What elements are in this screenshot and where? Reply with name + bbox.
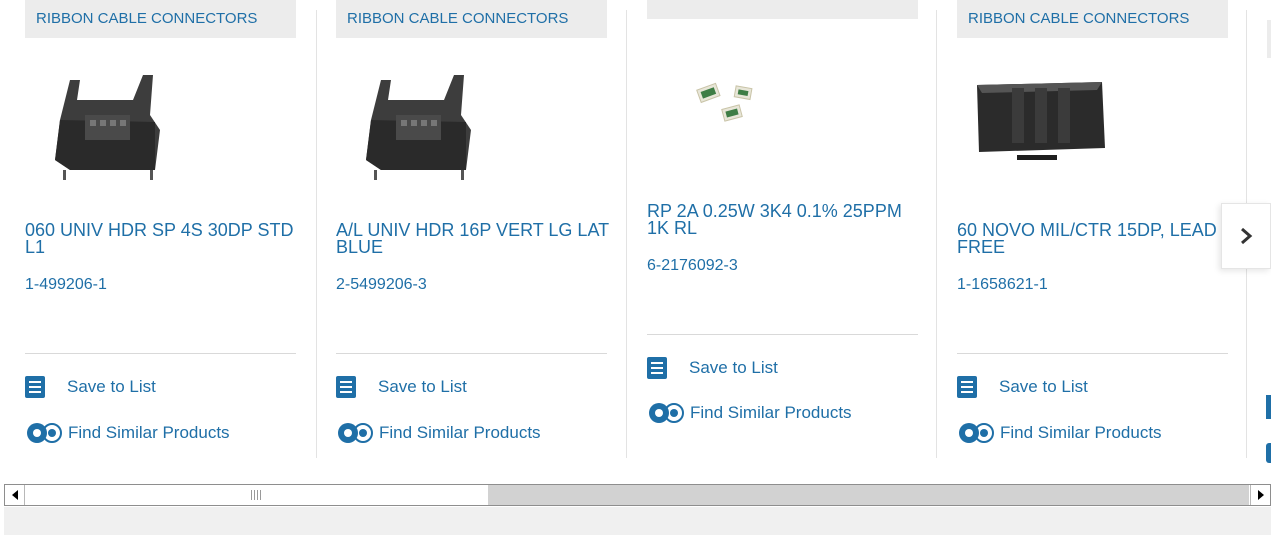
save-to-list-label: Save to List (689, 358, 778, 377)
partial-find-icon (1266, 443, 1271, 463)
find-similar-label: Find Similar Products (379, 423, 541, 442)
product-image[interactable] (957, 60, 1137, 180)
find-similar-icon (649, 403, 684, 423)
scroll-left-button[interactable] (5, 485, 25, 505)
save-to-list-label: Save to List (67, 377, 156, 396)
scrollbar-thumb[interactable] (26, 485, 488, 505)
chevron-right-icon (1241, 227, 1253, 245)
checklist-icon (647, 357, 667, 379)
product-carousel: RIBBON CABLE CONNECTORS 060 UNIV HDR SP … (0, 0, 1271, 482)
part-number[interactable]: 1-1658621-1 (957, 276, 1048, 294)
checklist-icon (336, 376, 356, 398)
arrow-left-icon (11, 490, 18, 500)
save-to-list-label: Save to List (378, 377, 467, 396)
product-image[interactable] (25, 60, 205, 180)
find-similar-button[interactable]: Find Similar Products (25, 421, 230, 445)
divider (336, 353, 607, 354)
product-image[interactable] (647, 65, 827, 185)
find-similar-label: Find Similar Products (1000, 423, 1162, 442)
divider (25, 353, 296, 354)
find-similar-label: Find Similar Products (68, 423, 230, 442)
category-label[interactable]: RIBBON CABLE CONNECTORS (957, 0, 1228, 38)
carousel-next-button[interactable] (1221, 203, 1271, 269)
product-title-link[interactable]: A/L UNIV HDR 16P VERT LG LAT BLUE (336, 221, 616, 256)
product-card: RIBBON CABLE CONNECTORS 060 UNIV HDR SP … (0, 0, 310, 460)
product-title-link[interactable]: 060 UNIV HDR SP 4S 30DP STD L1 (25, 221, 305, 256)
checklist-icon (957, 376, 977, 398)
product-image[interactable] (336, 60, 516, 180)
product-card: RIBBON CABLE CONNECTORS A/L UNIV HDR 16P… (311, 0, 621, 460)
save-to-list-label: Save to List (999, 377, 1088, 396)
divider (647, 334, 918, 335)
product-card: RIBBON CABLE CONNECTORS 60 NOVO MIL/CTR … (932, 0, 1242, 460)
find-similar-icon (338, 423, 373, 443)
find-similar-label: Find Similar Products (690, 403, 852, 422)
category-label[interactable]: RIBBON CABLE CONNECTORS (25, 0, 296, 38)
category-label[interactable] (647, 0, 918, 19)
window-bottom-strip (4, 507, 1271, 535)
product-title-link[interactable]: 60 NOVO MIL/CTR 15DP, LEAD FREE (957, 221, 1237, 256)
scrollbar-track[interactable] (488, 485, 1249, 505)
find-similar-button[interactable]: Find Similar Products (647, 401, 852, 425)
partial-card-category (1267, 20, 1271, 58)
save-to-list-button[interactable]: Save to List (25, 376, 156, 398)
part-number[interactable]: 1-499206-1 (25, 276, 107, 294)
scrollbar-grip (251, 490, 263, 500)
find-similar-icon (27, 423, 62, 443)
save-to-list-button[interactable]: Save to List (647, 357, 778, 379)
part-number[interactable]: 6-2176092-3 (647, 257, 738, 275)
product-title-link[interactable]: RP 2A 0.25W 3K4 0.1% 25PPM 1K RL (647, 202, 927, 237)
checklist-icon (25, 376, 45, 398)
find-similar-button[interactable]: Find Similar Products (957, 421, 1162, 445)
product-card: RP 2A 0.25W 3K4 0.1% 25PPM 1K RL 6-21760… (622, 0, 932, 460)
horizontal-scrollbar[interactable] (4, 484, 1271, 506)
part-number[interactable]: 2-5499206-3 (336, 276, 427, 294)
arrow-right-icon (1257, 490, 1264, 500)
find-similar-button[interactable]: Find Similar Products (336, 421, 541, 445)
save-to-list-button[interactable]: Save to List (336, 376, 467, 398)
divider (957, 353, 1228, 354)
partial-checklist-icon (1266, 395, 1271, 419)
category-label[interactable]: RIBBON CABLE CONNECTORS (336, 0, 607, 38)
save-to-list-button[interactable]: Save to List (957, 376, 1088, 398)
scroll-right-button[interactable] (1250, 485, 1270, 505)
find-similar-icon (959, 423, 994, 443)
